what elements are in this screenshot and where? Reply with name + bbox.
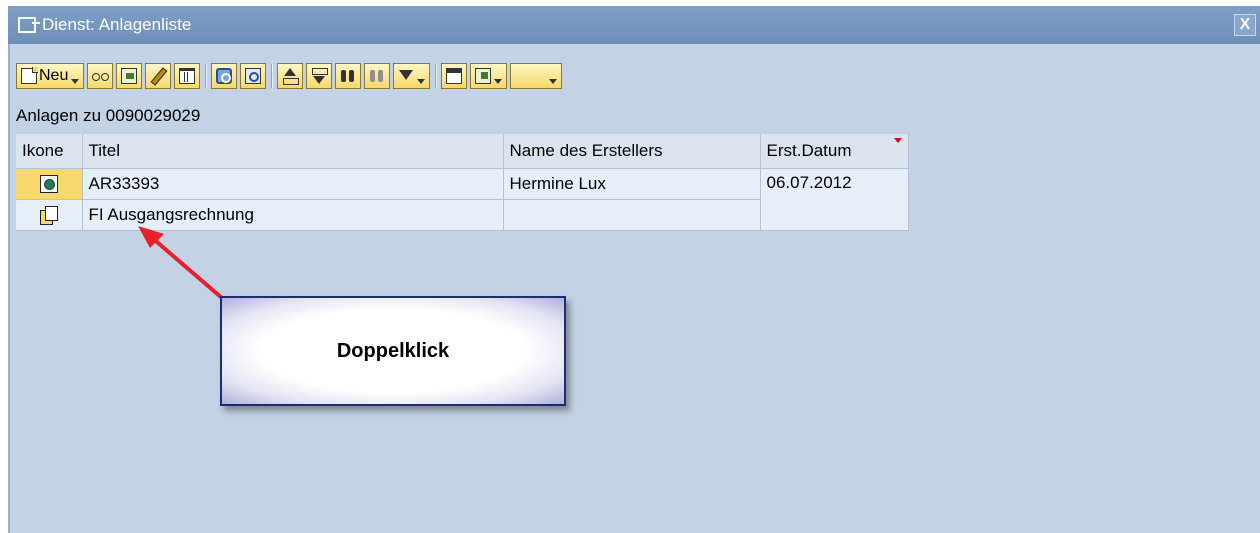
callout-text: Doppelklick bbox=[336, 339, 450, 362]
arrow-shaft bbox=[148, 234, 224, 300]
annotation-callout: Doppelklick bbox=[220, 296, 566, 406]
annotation-arrow bbox=[138, 226, 224, 300]
attachment-list-window: Dienst: Anlagenliste X Neu Anlagen zu 00… bbox=[0, 0, 1260, 533]
